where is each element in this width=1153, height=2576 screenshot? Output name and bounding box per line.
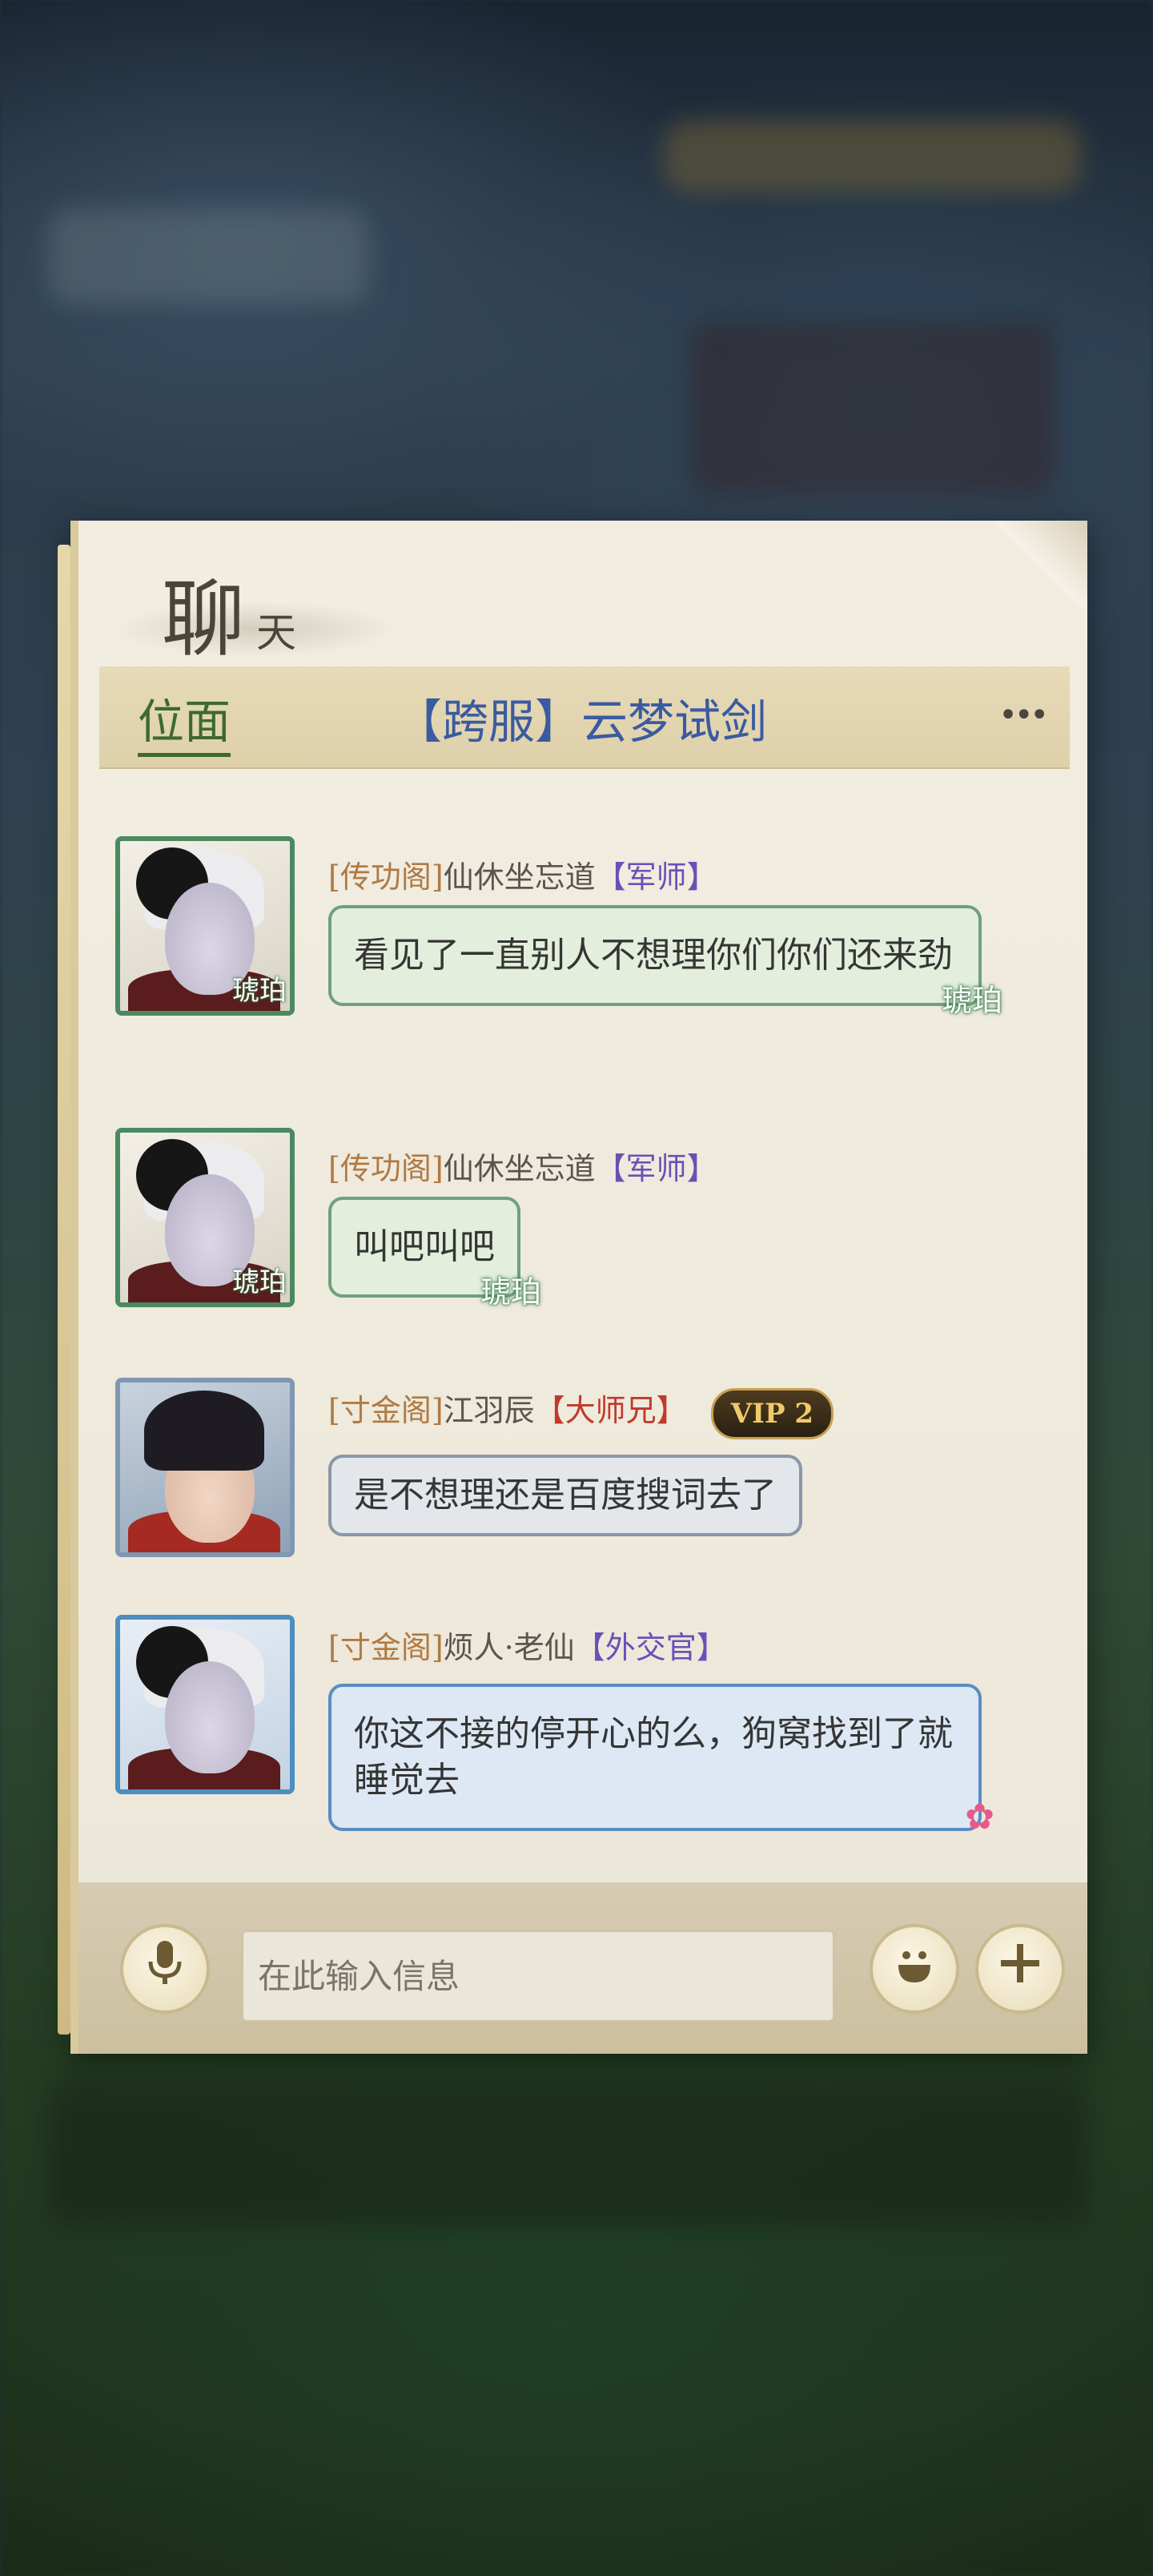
message-text: 看见了一直别人不想理你们你们还来劲 xyxy=(354,935,953,976)
microphone-icon xyxy=(147,1939,183,1998)
avatar[interactable] xyxy=(115,1615,295,1794)
avatar[interactable]: 琥珀 xyxy=(115,836,295,1016)
bubble-frame-badge: 琥珀 xyxy=(480,1274,541,1310)
avatar-hair xyxy=(144,1391,264,1471)
avatar[interactable]: 琥珀 xyxy=(115,1128,295,1307)
chat-input-bar xyxy=(78,1882,1087,2054)
message-bubble[interactable]: 你这不接的停开心的么，狗窝找到了就睡觉去 ✿ xyxy=(328,1684,994,1837)
sender-rank: 【军师】 xyxy=(595,1151,717,1186)
voice-button[interactable] xyxy=(120,1924,210,2014)
message-text: 你这不接的停开心的么，狗窝找到了就睡觉去 xyxy=(354,1713,953,1801)
sender-line: [寸金阁]烦人·老仙【外交官】 xyxy=(328,1623,727,1667)
vip-badge: VIP 2 xyxy=(710,1387,834,1439)
sender-guild: [寸金阁] xyxy=(328,1393,444,1428)
sender-name[interactable]: 仙休坐忘道 xyxy=(444,859,596,895)
chat-title: 聊 天 xyxy=(78,521,1087,668)
avatar-frame-badge: 琥珀 xyxy=(232,1266,287,1298)
title-main: 聊 xyxy=(162,570,247,668)
sender-guild: [寸金阁] xyxy=(328,1630,444,1665)
plus-icon xyxy=(996,1939,1044,1998)
message-bubble[interactable]: 叫吧叫吧 琥珀 xyxy=(328,1197,541,1310)
sender-line: [寸金阁]江羽辰【大师兄】 VIP 2 xyxy=(328,1386,834,1439)
avatar[interactable] xyxy=(115,1378,295,1557)
sender-line: [传功阁]仙休坐忘道【军师】 xyxy=(328,1144,717,1188)
message-text: 是不想理还是百度搜词去了 xyxy=(354,1475,777,1515)
lotus-icon: ✿ xyxy=(965,1797,994,1837)
more-options-button[interactable]: ••• xyxy=(998,697,1049,734)
emoji-icon xyxy=(890,1939,938,1998)
message-text: 叫吧叫吧 xyxy=(354,1226,495,1267)
sender-line: [传功阁]仙休坐忘道【军师】 xyxy=(328,852,717,896)
sender-name[interactable]: 江羽辰 xyxy=(444,1393,535,1428)
sender-name[interactable]: 烦人·老仙 xyxy=(444,1630,575,1665)
sender-rank: 【军师】 xyxy=(595,859,717,895)
bubble-frame-badge: 琥珀 xyxy=(941,983,1002,1018)
sender-rank: 【外交官】 xyxy=(574,1630,727,1665)
message-input[interactable] xyxy=(242,1930,834,2022)
chat-panel: 聊 天 位面 【跨服】云梦试剑 ••• 琥珀 [传功阁]仙休坐忘道【军师】 看见… xyxy=(58,521,1087,2054)
sender-name[interactable]: 仙休坐忘道 xyxy=(444,1151,596,1186)
tab-plane[interactable]: 位面 xyxy=(138,684,231,757)
sender-rank: 【大师兄】 xyxy=(534,1393,687,1428)
message-bubble[interactable]: 看见了一直别人不想理你们你们还来劲 琥珀 xyxy=(328,905,1002,1018)
avatar-frame-badge: 琥珀 xyxy=(232,975,287,1007)
sender-guild: [传功阁] xyxy=(328,859,444,895)
title-sub: 天 xyxy=(256,610,296,656)
message-list[interactable]: 琥珀 [传功阁]仙休坐忘道【军师】 看见了一直别人不想理你们你们还来劲 琥珀 琥… xyxy=(78,769,1087,1842)
title-cloud-decoration xyxy=(110,601,399,657)
message-bubble[interactable]: 是不想理还是百度搜词去了 xyxy=(328,1455,802,1536)
avatar-face xyxy=(165,1661,255,1773)
channel-bar: 位面 【跨服】云梦试剑 ••• xyxy=(99,666,1070,769)
more-actions-button[interactable] xyxy=(975,1924,1065,2014)
emoji-button[interactable] xyxy=(870,1924,959,2014)
sender-guild: [传功阁] xyxy=(328,1151,444,1186)
room-title: 【跨服】云梦试剑 xyxy=(396,694,768,749)
